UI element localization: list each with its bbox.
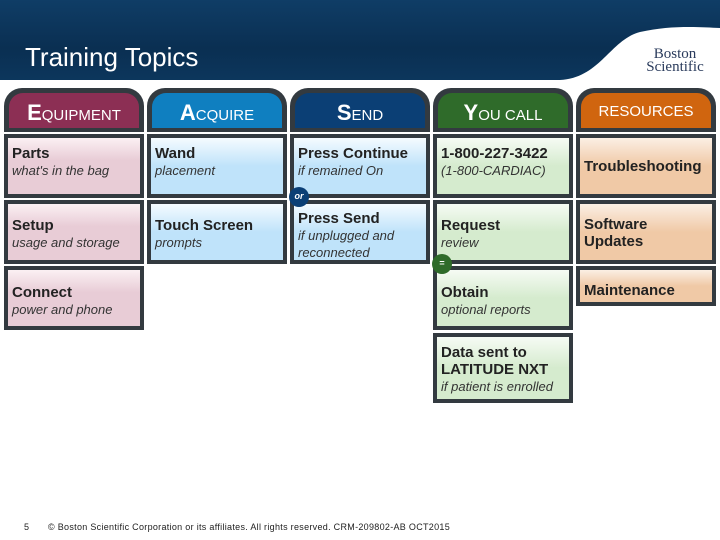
card-obtain: Obtain optional reports — [433, 266, 573, 330]
or-connector-badge: or — [289, 187, 309, 207]
tab-you-call: You call — [433, 88, 573, 132]
tab-equipment: Equipment — [4, 88, 144, 132]
copyright-footer: © Boston Scientific Corporation or its a… — [48, 522, 451, 532]
card-parts: Parts what's in the bag — [4, 134, 144, 198]
card-touch-screen: Touch Screen prompts — [147, 200, 287, 264]
card-press-continue: Press Continue if remained On — [290, 134, 430, 198]
equals-connector-icon: = — [432, 254, 452, 274]
card-software-updates: Software Updates — [576, 200, 716, 264]
tab-resources: Resources — [576, 88, 716, 132]
tab-send: Send — [290, 88, 430, 132]
card-setup: Setup usage and storage — [4, 200, 144, 264]
card-troubleshooting: Troubleshooting — [576, 134, 716, 198]
card-phone-number: 1-800-227-3422 (1-800-CARDIAC) — [433, 134, 573, 198]
card-request: Request review — [433, 200, 573, 264]
card-maintenance: Maintenance — [576, 266, 716, 306]
card-connect: Connect power and phone — [4, 266, 144, 330]
card-wand: Wand placement — [147, 134, 287, 198]
page-title: Training Topics — [25, 42, 199, 72]
tab-acquire: Acquire — [147, 88, 287, 132]
boston-scientific-logo: Boston Scientific — [646, 46, 704, 75]
card-data-sent: Data sent to LATITUDE NXT if patient is e… — [433, 333, 573, 403]
card-press-send: Press Send if unplugged and reconnected — [290, 200, 430, 264]
page-number: 5 — [24, 522, 30, 532]
